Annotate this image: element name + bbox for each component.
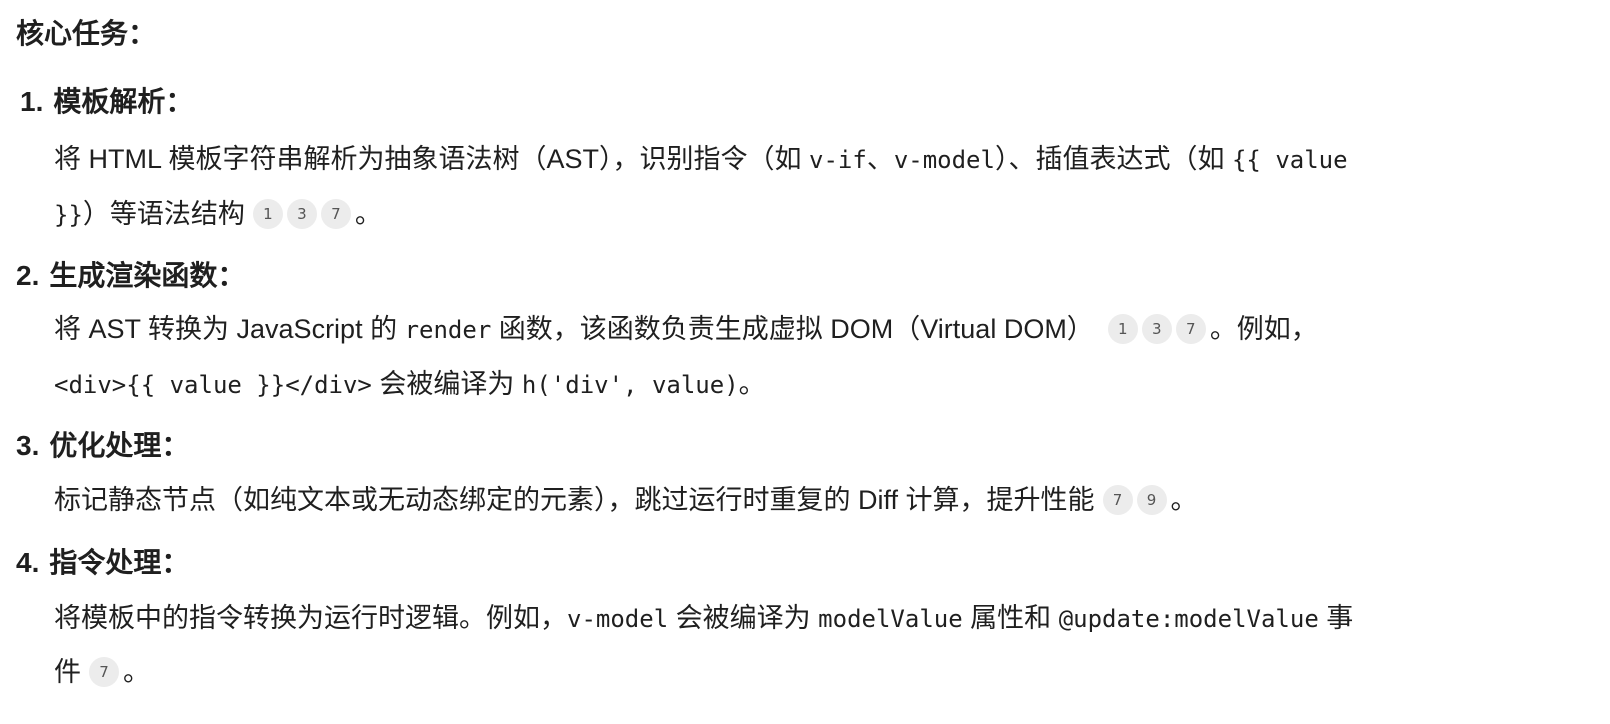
text-segment: 会被编译为 — [371, 369, 522, 399]
inline-code: v-model — [893, 146, 995, 174]
item-3-line-1: 标记静态节点（如纯文本或无动态绑定的元素），跳过运行时重复的 Diff 计算，提… — [54, 478, 1198, 522]
item-2-line-2: <div>{{ value }}</div> 会被编译为 h('div', va… — [54, 362, 766, 407]
document: 核心任务： 1. 模板解析： 将 HTML 模板字符串解析为抽象语法树（AST），… — [0, 0, 1610, 724]
inline-code: h('div', value) — [521, 371, 739, 399]
inline-code: {{ value — [1231, 146, 1348, 174]
item-number: 2. — [16, 260, 40, 291]
citation-badge[interactable]: 7 — [320, 198, 351, 229]
citation-badge[interactable]: 7 — [89, 656, 119, 687]
text-segment: 会被编译为 — [668, 603, 819, 633]
citation-badge[interactable]: 9 — [1136, 484, 1167, 515]
citation-badge[interactable]: 1 — [1107, 313, 1138, 344]
item-2-line-1: 将 AST 转换为 JavaScript 的 render 函数，该函数负责生成… — [54, 307, 1318, 352]
item-1-line-1: 将 HTML 模板字符串解析为抽象语法树（AST），识别指令（如 v-if、v-… — [54, 137, 1348, 182]
inline-code: modelValue — [818, 605, 963, 633]
text-segment: 将模板中的指令转换为运行时逻辑。例如， — [54, 603, 567, 633]
item-4-line-1: 将模板中的指令转换为运行时逻辑。例如，v-model 会被编译为 modelVa… — [54, 596, 1353, 641]
inline-code: @update:modelValue — [1058, 605, 1319, 633]
item-2-title: 2. 生成渲染函数： — [16, 254, 245, 298]
inline-code: }} — [54, 201, 83, 229]
inline-code: <div>{{ value }}</div> — [54, 371, 372, 399]
item-4-title: 4. 指令处理： — [16, 541, 189, 585]
text-segment: 将 HTML 模板字符串解析为抽象语法树（AST），识别指令（如 — [54, 144, 810, 174]
inline-code: v-model — [567, 605, 669, 633]
text-segment: 属性和 — [962, 603, 1059, 633]
item-title-text: 指令处理： — [49, 547, 190, 578]
item-4-line-2: 件 7。 — [54, 650, 150, 694]
text-segment: ）等语法结构 — [82, 199, 245, 229]
text-segment: 。 — [354, 199, 382, 229]
text-segment: 。例如， — [1209, 314, 1318, 344]
text-segment: 标记静态节点（如纯文本或无动态绑定的元素），跳过运行时重复的 Diff 计算，提… — [54, 485, 1095, 515]
item-title-text: 优化处理： — [49, 430, 190, 461]
item-title-text: 模板解析： — [53, 86, 194, 117]
text-segment: 。 — [738, 369, 766, 399]
text-segment: 函数，该函数负责生成虚拟 DOM（Virtual DOM） — [491, 314, 1094, 344]
item-number: 3. — [16, 430, 40, 461]
inline-code: render — [404, 316, 492, 344]
text-segment: ）、插值表达式（如 — [994, 144, 1232, 174]
text-segment: 事 — [1318, 603, 1354, 633]
citation-badge[interactable]: 3 — [286, 198, 317, 229]
section-heading: 核心任务： — [16, 18, 157, 49]
item-number: 1. — [20, 86, 44, 117]
item-1-title: 1. 模板解析： — [20, 80, 193, 124]
text-segment: 。 — [1170, 485, 1198, 515]
citation-badge[interactable]: 7 — [1175, 313, 1206, 344]
text-segment: 件 — [54, 657, 81, 687]
text-segment: 将 AST 转换为 JavaScript 的 — [54, 314, 405, 344]
item-3-title: 3. 优化处理： — [16, 424, 189, 468]
text-segment: 、 — [866, 144, 894, 174]
item-number: 4. — [16, 547, 40, 578]
item-title-text: 生成渲染函数： — [49, 260, 246, 291]
item-1-line-2: }}）等语法结构 1 3 7。 — [54, 192, 382, 237]
text-segment: 。 — [123, 657, 150, 687]
inline-code: v-if — [809, 146, 867, 174]
citation-badge[interactable]: 1 — [252, 198, 283, 229]
citation-badge[interactable]: 3 — [1141, 313, 1172, 344]
citation-badge[interactable]: 7 — [1102, 484, 1133, 515]
